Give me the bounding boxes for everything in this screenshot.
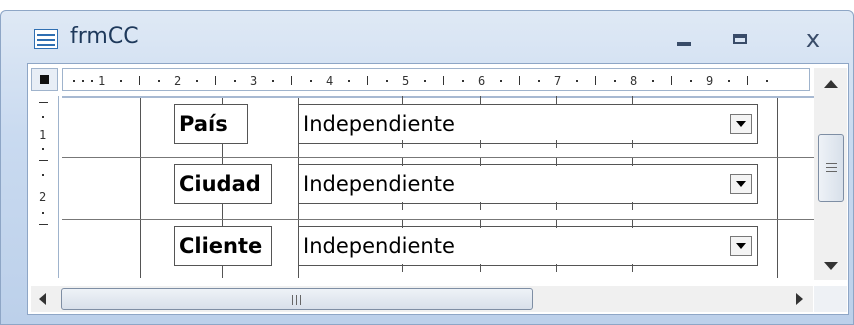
vertical-scroll-thumb[interactable] [818, 134, 844, 202]
form-icon [34, 29, 58, 49]
minimize-button[interactable] [667, 26, 701, 52]
horizontal-scroll-thumb[interactable] [61, 288, 533, 310]
window-title: frmCC [70, 24, 139, 49]
ciudad-combo-value: Independiente [303, 172, 455, 196]
chevron-down-icon[interactable] [730, 236, 752, 256]
vertical-ruler: 12 [31, 96, 59, 278]
scrollbar-corner [814, 286, 847, 312]
ciudad-combo[interactable]: Independiente [298, 164, 758, 204]
ruler-number: 6 [478, 74, 486, 88]
form-selector[interactable] [31, 68, 58, 91]
vertical-scrollbar[interactable] [814, 68, 847, 280]
ruler-number: 1 [98, 74, 106, 88]
ruler-number: 1 [39, 128, 47, 142]
scroll-up-icon[interactable] [814, 68, 847, 98]
maximize-icon [733, 34, 747, 44]
horizontal-scrollbar[interactable] [31, 286, 813, 312]
pais-combo[interactable]: Independiente [298, 104, 758, 144]
ruler-number: 8 [630, 74, 638, 88]
ruler-number: 9 [706, 74, 714, 88]
maximize-button[interactable] [723, 26, 757, 52]
cliente-label[interactable]: Cliente [174, 226, 272, 266]
chevron-down-icon[interactable] [730, 114, 752, 134]
ruler-number: 3 [250, 74, 258, 88]
minimize-icon [677, 42, 691, 46]
ciudad-label[interactable]: Ciudad [174, 164, 272, 204]
title-bar[interactable]: frmCC x [0, 10, 854, 60]
detail-section: País Independiente Ciudad Independiente … [62, 96, 814, 278]
close-button[interactable]: x [796, 26, 830, 52]
ruler-number: 2 [39, 190, 47, 204]
ruler-number: 4 [326, 74, 334, 88]
cliente-combo[interactable]: Independiente [298, 226, 758, 266]
cliente-combo-value: Independiente [303, 234, 455, 258]
horizontal-ruler: 1 2 3 4 5 6 7 8 9 [62, 68, 810, 91]
ruler-number: 5 [402, 74, 410, 88]
scroll-down-icon[interactable] [814, 250, 847, 280]
pais-label[interactable]: País [174, 104, 248, 144]
design-view: 123456789 12 País Independiente Ciudad I… [27, 63, 849, 315]
pais-combo-value: Independiente [303, 112, 455, 136]
chevron-down-icon[interactable] [730, 174, 752, 194]
ruler-number: 2 [174, 74, 182, 88]
ruler-number: 7 [554, 74, 562, 88]
